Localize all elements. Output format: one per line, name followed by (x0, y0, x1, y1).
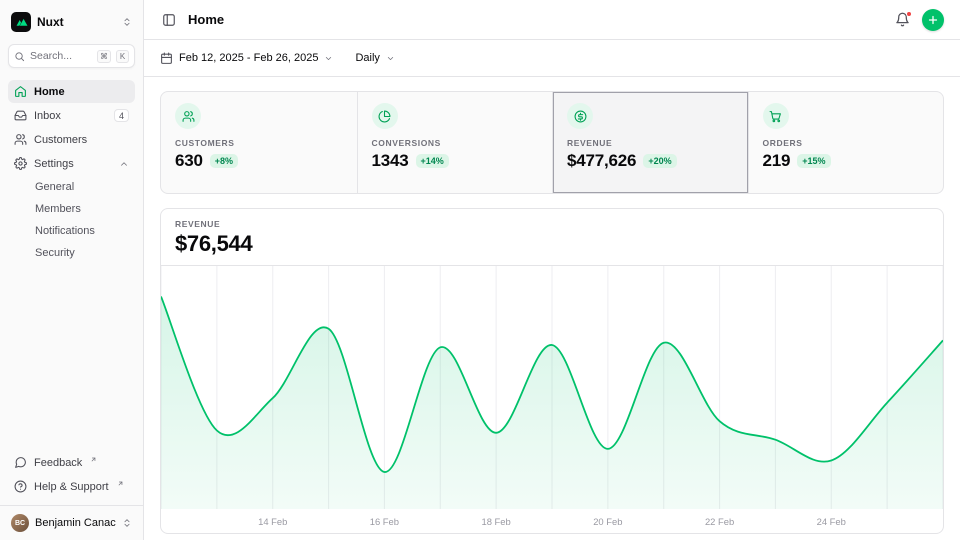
settings-children: General Members Notifications Security (8, 176, 135, 264)
chart-pie-icon (372, 103, 398, 129)
stat-delta-badge: +20% (643, 154, 676, 168)
svg-text:24 Feb: 24 Feb (817, 517, 846, 528)
sidebar-item-customers[interactable]: Customers (8, 128, 135, 151)
dashboard-app: Nuxt Search... ⌘ K Home Inbox 4 Customer… (0, 0, 960, 540)
sidebar: Nuxt Search... ⌘ K Home Inbox 4 Customer… (0, 0, 144, 540)
filter-toolbar: Feb 12, 2025 - Feb 26, 2025 Daily (144, 40, 960, 77)
user-menu-button[interactable]: BC Benjamin Canac (8, 507, 135, 532)
stat-value: 219 (763, 151, 791, 171)
svg-text:20 Feb: 20 Feb (593, 517, 622, 528)
users-icon (14, 133, 27, 146)
chart-metric-value: $76,544 (175, 231, 929, 257)
stat-label: ORDERS (763, 138, 930, 148)
stat-label: CUSTOMERS (175, 138, 343, 148)
team-name: Nuxt (37, 15, 116, 29)
stat-card-conversions[interactable]: CONVERSIONS 1343 +14% (357, 92, 553, 193)
kbd-cmd: ⌘ (97, 50, 111, 63)
chart-metric-label: REVENUE (175, 219, 929, 229)
plus-icon (927, 14, 939, 26)
sidebar-item-label: Home (34, 86, 129, 98)
sidebar-collapse-button[interactable] (160, 11, 178, 29)
panel-left-icon (162, 13, 176, 27)
chevron-down-icon (324, 54, 333, 63)
main-area: Home Feb 12, 2025 - Feb 26, 2025 Daily (144, 0, 960, 540)
footer-item-label: Feedback (34, 457, 82, 469)
unread-indicator (906, 11, 912, 17)
sidebar-subitem-label: Security (35, 247, 75, 259)
stat-label: CONVERSIONS (372, 138, 539, 148)
avatar: BC (11, 514, 29, 532)
svg-text:14 Feb: 14 Feb (258, 517, 287, 528)
chart-header: REVENUE $76,544 (161, 209, 943, 266)
dashboard-content: CUSTOMERS 630 +8% CONVERSIONS 1343 +14% (144, 77, 960, 540)
nuxt-logo-icon (11, 12, 31, 32)
search-placeholder: Search... (30, 50, 92, 62)
external-link-icon (90, 456, 97, 463)
home-icon (14, 85, 27, 98)
inbox-icon (14, 109, 27, 122)
svg-text:22 Feb: 22 Feb (705, 517, 734, 528)
svg-text:16 Feb: 16 Feb (370, 517, 399, 528)
stats-row: CUSTOMERS 630 +8% CONVERSIONS 1343 +14% (160, 91, 944, 194)
sidebar-item-label: Inbox (34, 110, 107, 122)
sidebar-item-notifications[interactable]: Notifications (8, 220, 135, 242)
chevrons-up-down-icon (122, 17, 132, 27)
sidebar-subitem-label: Members (35, 203, 81, 215)
chevrons-up-down-icon (122, 518, 132, 528)
sidebar-item-members[interactable]: Members (8, 198, 135, 220)
divider (0, 505, 143, 506)
inbox-count-badge: 4 (114, 109, 129, 122)
stat-delta-badge: +8% (210, 154, 238, 168)
stat-value: 630 (175, 151, 203, 171)
stat-delta-badge: +15% (797, 154, 830, 168)
dollar-circle-icon (567, 103, 593, 129)
sidebar-subitem-label: Notifications (35, 225, 95, 237)
sidebar-item-general[interactable]: General (8, 176, 135, 198)
feedback-link[interactable]: Feedback (8, 451, 135, 474)
svg-text:18 Feb: 18 Feb (481, 517, 510, 528)
calendar-icon (160, 52, 173, 65)
stat-value: $477,626 (567, 151, 636, 171)
search-input[interactable]: Search... ⌘ K (8, 44, 135, 68)
sidebar-item-security[interactable]: Security (8, 242, 135, 264)
add-button[interactable] (922, 9, 944, 31)
stat-card-customers[interactable]: CUSTOMERS 630 +8% (161, 92, 357, 193)
sidebar-footer: Feedback Help & Support BC Benjamin Cana… (8, 451, 135, 532)
team-selector[interactable]: Nuxt (8, 10, 135, 34)
date-range-label: Feb 12, 2025 - Feb 26, 2025 (179, 52, 318, 64)
period-select[interactable]: Daily (355, 52, 394, 64)
cart-icon (763, 103, 789, 129)
page-title: Home (188, 12, 224, 27)
help-support-link[interactable]: Help & Support (8, 475, 135, 498)
sidebar-item-label: Customers (34, 134, 129, 146)
chevron-down-icon (386, 54, 395, 63)
sidebar-item-settings[interactable]: Settings (8, 152, 135, 175)
stat-label: REVENUE (567, 138, 734, 148)
users-icon (175, 103, 201, 129)
sidebar-item-home[interactable]: Home (8, 80, 135, 103)
stat-card-revenue[interactable]: REVENUE $477,626 +20% (552, 92, 748, 193)
help-icon (14, 480, 27, 493)
stat-delta-badge: +14% (416, 154, 449, 168)
sidebar-item-inbox[interactable]: Inbox 4 (8, 104, 135, 127)
kbd-k: K (116, 50, 129, 63)
stat-card-orders[interactable]: ORDERS 219 +15% (748, 92, 944, 193)
sidebar-nav: Home Inbox 4 Customers Settings General … (8, 80, 135, 264)
revenue-chart: 14 Feb 16 Feb 18 Feb 20 Feb 22 Feb 24 Feb (161, 266, 943, 531)
user-name: Benjamin Canac (35, 517, 116, 529)
feedback-icon (14, 456, 27, 469)
gear-icon (14, 157, 27, 170)
external-link-icon (117, 480, 124, 487)
search-icon (14, 51, 25, 62)
notifications-button[interactable] (893, 10, 912, 29)
chevron-up-icon (119, 159, 129, 169)
revenue-chart-card: REVENUE $76,544 14 Feb 16 Feb 18 Feb 20 Feb… (160, 208, 944, 534)
top-header: Home (144, 0, 960, 40)
footer-item-label: Help & Support (34, 481, 109, 493)
sidebar-subitem-label: General (35, 181, 74, 193)
period-label: Daily (355, 52, 379, 64)
stat-value: 1343 (372, 151, 409, 171)
sidebar-item-label: Settings (34, 158, 112, 170)
date-range-picker[interactable]: Feb 12, 2025 - Feb 26, 2025 (160, 52, 333, 65)
